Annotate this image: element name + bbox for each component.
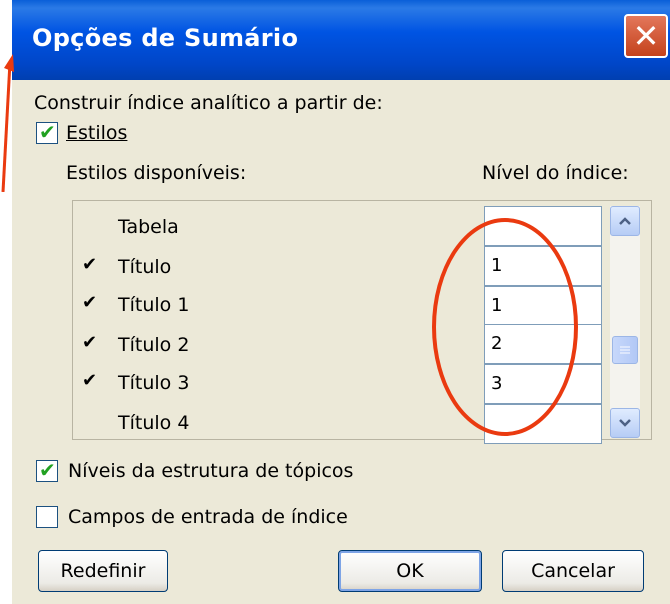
- dialog-title: Opções de Sumário: [32, 24, 299, 52]
- styles-checkbox-label[interactable]: Estilos: [66, 122, 127, 144]
- styles-list-scrollbar[interactable]: [610, 206, 640, 438]
- styles-checkbox[interactable]: ✔: [36, 120, 58, 144]
- checkmark-icon: ✔: [39, 458, 56, 482]
- title-bar: Opções de Sumário ✕: [12, 0, 670, 80]
- grip-icon: [620, 346, 630, 354]
- scroll-down-icon: [619, 419, 631, 427]
- check-icon: ✔: [82, 292, 98, 313]
- annotation-ellipse: [432, 218, 578, 436]
- index-entry-fields-checkbox[interactable]: [36, 506, 58, 528]
- check-icon: ✔: [82, 332, 98, 353]
- scroll-down-button[interactable]: [610, 408, 640, 438]
- scroll-up-icon: [619, 217, 631, 225]
- reset-button[interactable]: Redefinir: [38, 550, 168, 592]
- index-level-label: Nível do índice:: [482, 162, 629, 184]
- ok-button[interactable]: OK: [338, 550, 482, 592]
- style-name-tabela: Tabela: [118, 216, 179, 238]
- scroll-up-button[interactable]: [610, 206, 640, 236]
- style-name-titulo: Título: [118, 256, 172, 278]
- build-from-label: Construir índice analítico a partir de:: [34, 92, 383, 114]
- annotation-arrow-icon: [1, 54, 14, 192]
- scroll-thumb[interactable]: [612, 336, 638, 364]
- available-styles-label: Estilos disponíveis:: [66, 162, 247, 184]
- index-entry-fields-label[interactable]: Campos de entrada de índice: [68, 506, 348, 528]
- style-name-titulo-3: Título 3: [118, 372, 190, 394]
- style-name-titulo-4: Título 4: [118, 412, 190, 434]
- close-icon: ✕: [632, 17, 660, 55]
- outline-levels-label[interactable]: Níveis da estrutura de tópicos: [68, 460, 353, 482]
- cancel-button[interactable]: Cancelar: [502, 550, 644, 592]
- check-icon: ✔: [82, 254, 98, 275]
- style-name-titulo-2: Título 2: [118, 334, 190, 356]
- check-icon: ✔: [82, 370, 98, 391]
- close-button[interactable]: ✕: [624, 14, 668, 58]
- style-name-titulo-1: Título 1: [118, 294, 190, 316]
- outline-levels-checkbox[interactable]: ✔: [36, 458, 58, 482]
- checkmark-icon: ✔: [39, 120, 56, 144]
